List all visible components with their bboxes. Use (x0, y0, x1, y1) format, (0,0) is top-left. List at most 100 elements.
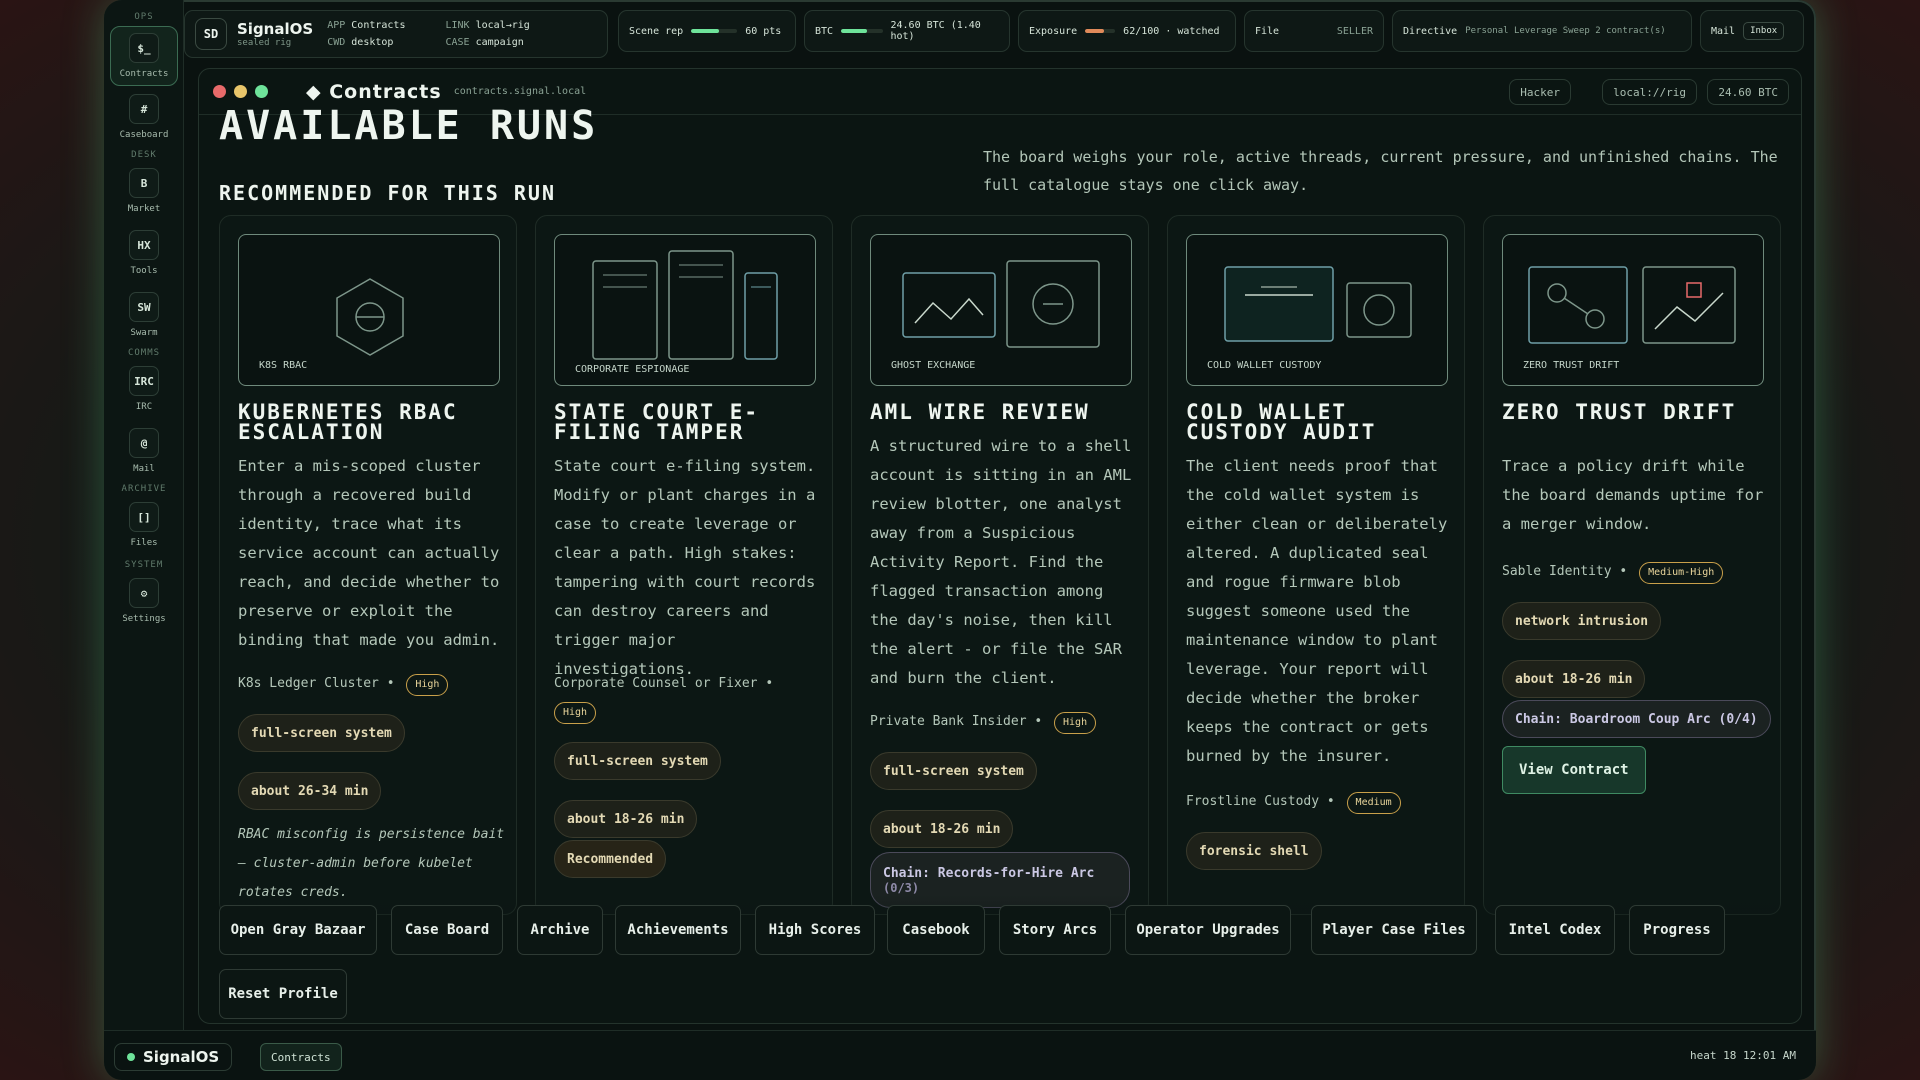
client-name: Frostline Custody • (1186, 794, 1335, 809)
card-description: Trace a policy drift while the board dem… (1502, 457, 1764, 533)
section-title: RECOMMENDED FOR THIS RUN (219, 181, 556, 205)
window-url: contracts.signal.local (453, 86, 587, 97)
btc-label: BTC (815, 25, 834, 37)
tag-duration: about 26-34 min (238, 772, 382, 810)
close-dot[interactable] (213, 85, 226, 98)
window-title: ◆ Contracts (306, 80, 442, 103)
casebook-button[interactable]: Casebook (887, 905, 985, 955)
chain-progress: (0/3) (883, 880, 920, 895)
rail-item-irc[interactable]: IRC IRC (110, 366, 178, 412)
minimize-dot[interactable] (234, 85, 247, 98)
rail-item-label: Contracts (119, 69, 169, 79)
rail-section-archive: ARCHIVE (121, 484, 167, 494)
operator-upgrades-button[interactable]: Operator Upgrades (1125, 905, 1291, 955)
exposure-label: Exposure (1029, 25, 1078, 37)
rail-section-system: SYSTEM (124, 560, 164, 570)
status-led-icon (127, 1053, 135, 1061)
exposure-meter: Exposure 62/100 · watched (1018, 10, 1236, 52)
open-gray-bazaar-button[interactable]: Open Gray Bazaar (219, 905, 377, 955)
thumb-label: GHOST EXCHANGE (891, 360, 976, 371)
at-icon: @ (129, 428, 159, 458)
rail-item-label: Settings (122, 614, 166, 624)
tag-format: full-screen system (554, 742, 721, 780)
client-name: Sable Identity • (1502, 564, 1628, 579)
tag-duration: about 18-26 min (870, 810, 1014, 848)
view-contract-button[interactable]: View Contract (1502, 746, 1646, 794)
rail-item-settings[interactable]: ⚙ Settings (110, 578, 178, 624)
rail-item-caseboard[interactable]: # Caseboard (110, 94, 178, 140)
card-thumbnail: K8S RBAC (238, 234, 500, 386)
app-value: Contracts (351, 20, 406, 31)
card-title[interactable]: KUBERNETES RBAC ESCALATION (238, 402, 508, 443)
rail-item-mail[interactable]: @ Mail (110, 428, 178, 474)
card-description: State court e-filing system. Modify or p… (554, 457, 816, 678)
chain-badge[interactable]: Chain: Records-for-Hire Arc (0/3) (870, 852, 1130, 908)
case-key: CASE (445, 37, 470, 48)
card-meta: Corporate Counsel or Fixer • High (554, 670, 824, 726)
directive-label: Directive (1403, 25, 1458, 37)
rail-item-label: Mail (133, 464, 155, 474)
app-rail: OPS $_ Contracts # Caseboard DESK B Mark… (104, 0, 184, 1030)
mail-status: Mail Inbox (1700, 10, 1804, 52)
taskbar: SignalOS Contracts heat 18 12:01 AM (104, 1030, 1816, 1080)
taskbar-status: heat 18 12:01 AM (1690, 1049, 1796, 1062)
chat-icon: IRC (129, 366, 159, 396)
rail-section-desk: DESK (131, 150, 157, 160)
achievements-button[interactable]: Achievements (615, 905, 741, 955)
rail-section-ops: OPS (134, 12, 154, 22)
card-title[interactable]: ZERO TRUST DRIFT (1502, 402, 1772, 423)
tag-duration: about 18-26 min (554, 800, 698, 838)
tag-duration: about 18-26 min (1502, 660, 1646, 698)
rail-item-market[interactable]: B Market (110, 168, 178, 214)
rail-item-swarm[interactable]: SW Swarm (110, 292, 178, 338)
btc-value: 24.60 BTC (1.40 hot) (890, 20, 981, 42)
thumb-label: CORPORATE ESPIONAGE (575, 364, 690, 375)
archive-button[interactable]: Archive (517, 905, 603, 955)
cwd-key: CWD (327, 37, 346, 48)
inbox-button[interactable]: Inbox (1743, 22, 1785, 40)
rail-item-label: Caseboard (119, 130, 169, 140)
tag-format: forensic shell (1186, 832, 1322, 870)
app-key: APP (327, 20, 346, 31)
chain-badge[interactable]: Chain: Boardroom Coup Arc (0/4) (1502, 700, 1771, 738)
contract-card-efiling: CORPORATE ESPIONAGE STATE COURT E-FILING… (535, 215, 833, 915)
reset-profile-button[interactable]: Reset Profile (219, 969, 347, 1019)
role-chip: Hacker (1509, 79, 1571, 105)
high-scores-button[interactable]: High Scores (755, 905, 875, 955)
card-title[interactable]: COLD WALLET CUSTODY AUDIT (1186, 402, 1456, 443)
maximize-dot[interactable] (255, 85, 268, 98)
start-button[interactable]: SignalOS (114, 1043, 233, 1071)
host-chip: local://rig (1602, 79, 1697, 105)
contract-card-zero-trust: ZERO TRUST DRIFT ZERO TRUST DRIFT Trace … (1483, 215, 1781, 915)
case-value: campaign (475, 37, 524, 48)
desktop-frame: OPS $_ Contracts # Caseboard DESK B Mark… (104, 0, 1816, 1080)
taskbar-app-contracts[interactable]: Contracts (260, 1043, 342, 1071)
case-board-button[interactable]: Case Board (391, 905, 503, 955)
contract-card-aml: GHOST EXCHANGE AML WIRE REVIEW A structu… (851, 215, 1149, 915)
rail-item-contracts[interactable]: $_ Contracts (110, 26, 178, 86)
tag-format: full-screen system (238, 714, 405, 752)
rail-item-label: Files (130, 538, 158, 548)
card-title[interactable]: AML WIRE REVIEW (870, 402, 1140, 423)
hex-icon: HX (129, 230, 159, 260)
intro-text: The board weighs your role, active threa… (983, 148, 1778, 194)
player-case-files-button[interactable]: Player Case Files (1311, 905, 1477, 955)
story-arcs-button[interactable]: Story Arcs (999, 905, 1111, 955)
brand-subtitle: sealed rig (237, 38, 292, 48)
contracts-window: ◆ Contracts contracts.signal.local Hacke… (198, 68, 1802, 1024)
tag-format: full-screen system (870, 752, 1037, 790)
folder-icon: [] (129, 502, 159, 532)
rail-item-files[interactable]: [] Files (110, 502, 178, 548)
directive-value: Personal Leverage Sweep 2 contract(s) (1465, 26, 1666, 36)
intel-codex-button[interactable]: Intel Codex (1495, 905, 1615, 955)
risk-badge: Medium-High (1639, 562, 1724, 584)
rail-section-comms: COMMS (127, 348, 161, 358)
progress-button[interactable]: Progress (1629, 905, 1725, 955)
card-meta: Private Bank Insider • High (870, 708, 1140, 736)
top-status-bar: SD SignalOS sealed rig APP Contracts CWD… (184, 8, 1814, 58)
rail-item-tools[interactable]: HX Tools (110, 230, 178, 276)
link-key: LINK (445, 20, 470, 31)
card-description: A structured wire to a shell account is … (870, 437, 1132, 687)
card-title[interactable]: STATE COURT E-FILING TAMPER (554, 402, 824, 443)
contract-card-rbac: K8S RBAC KUBERNETES RBAC ESCALATION Ente… (219, 215, 517, 915)
